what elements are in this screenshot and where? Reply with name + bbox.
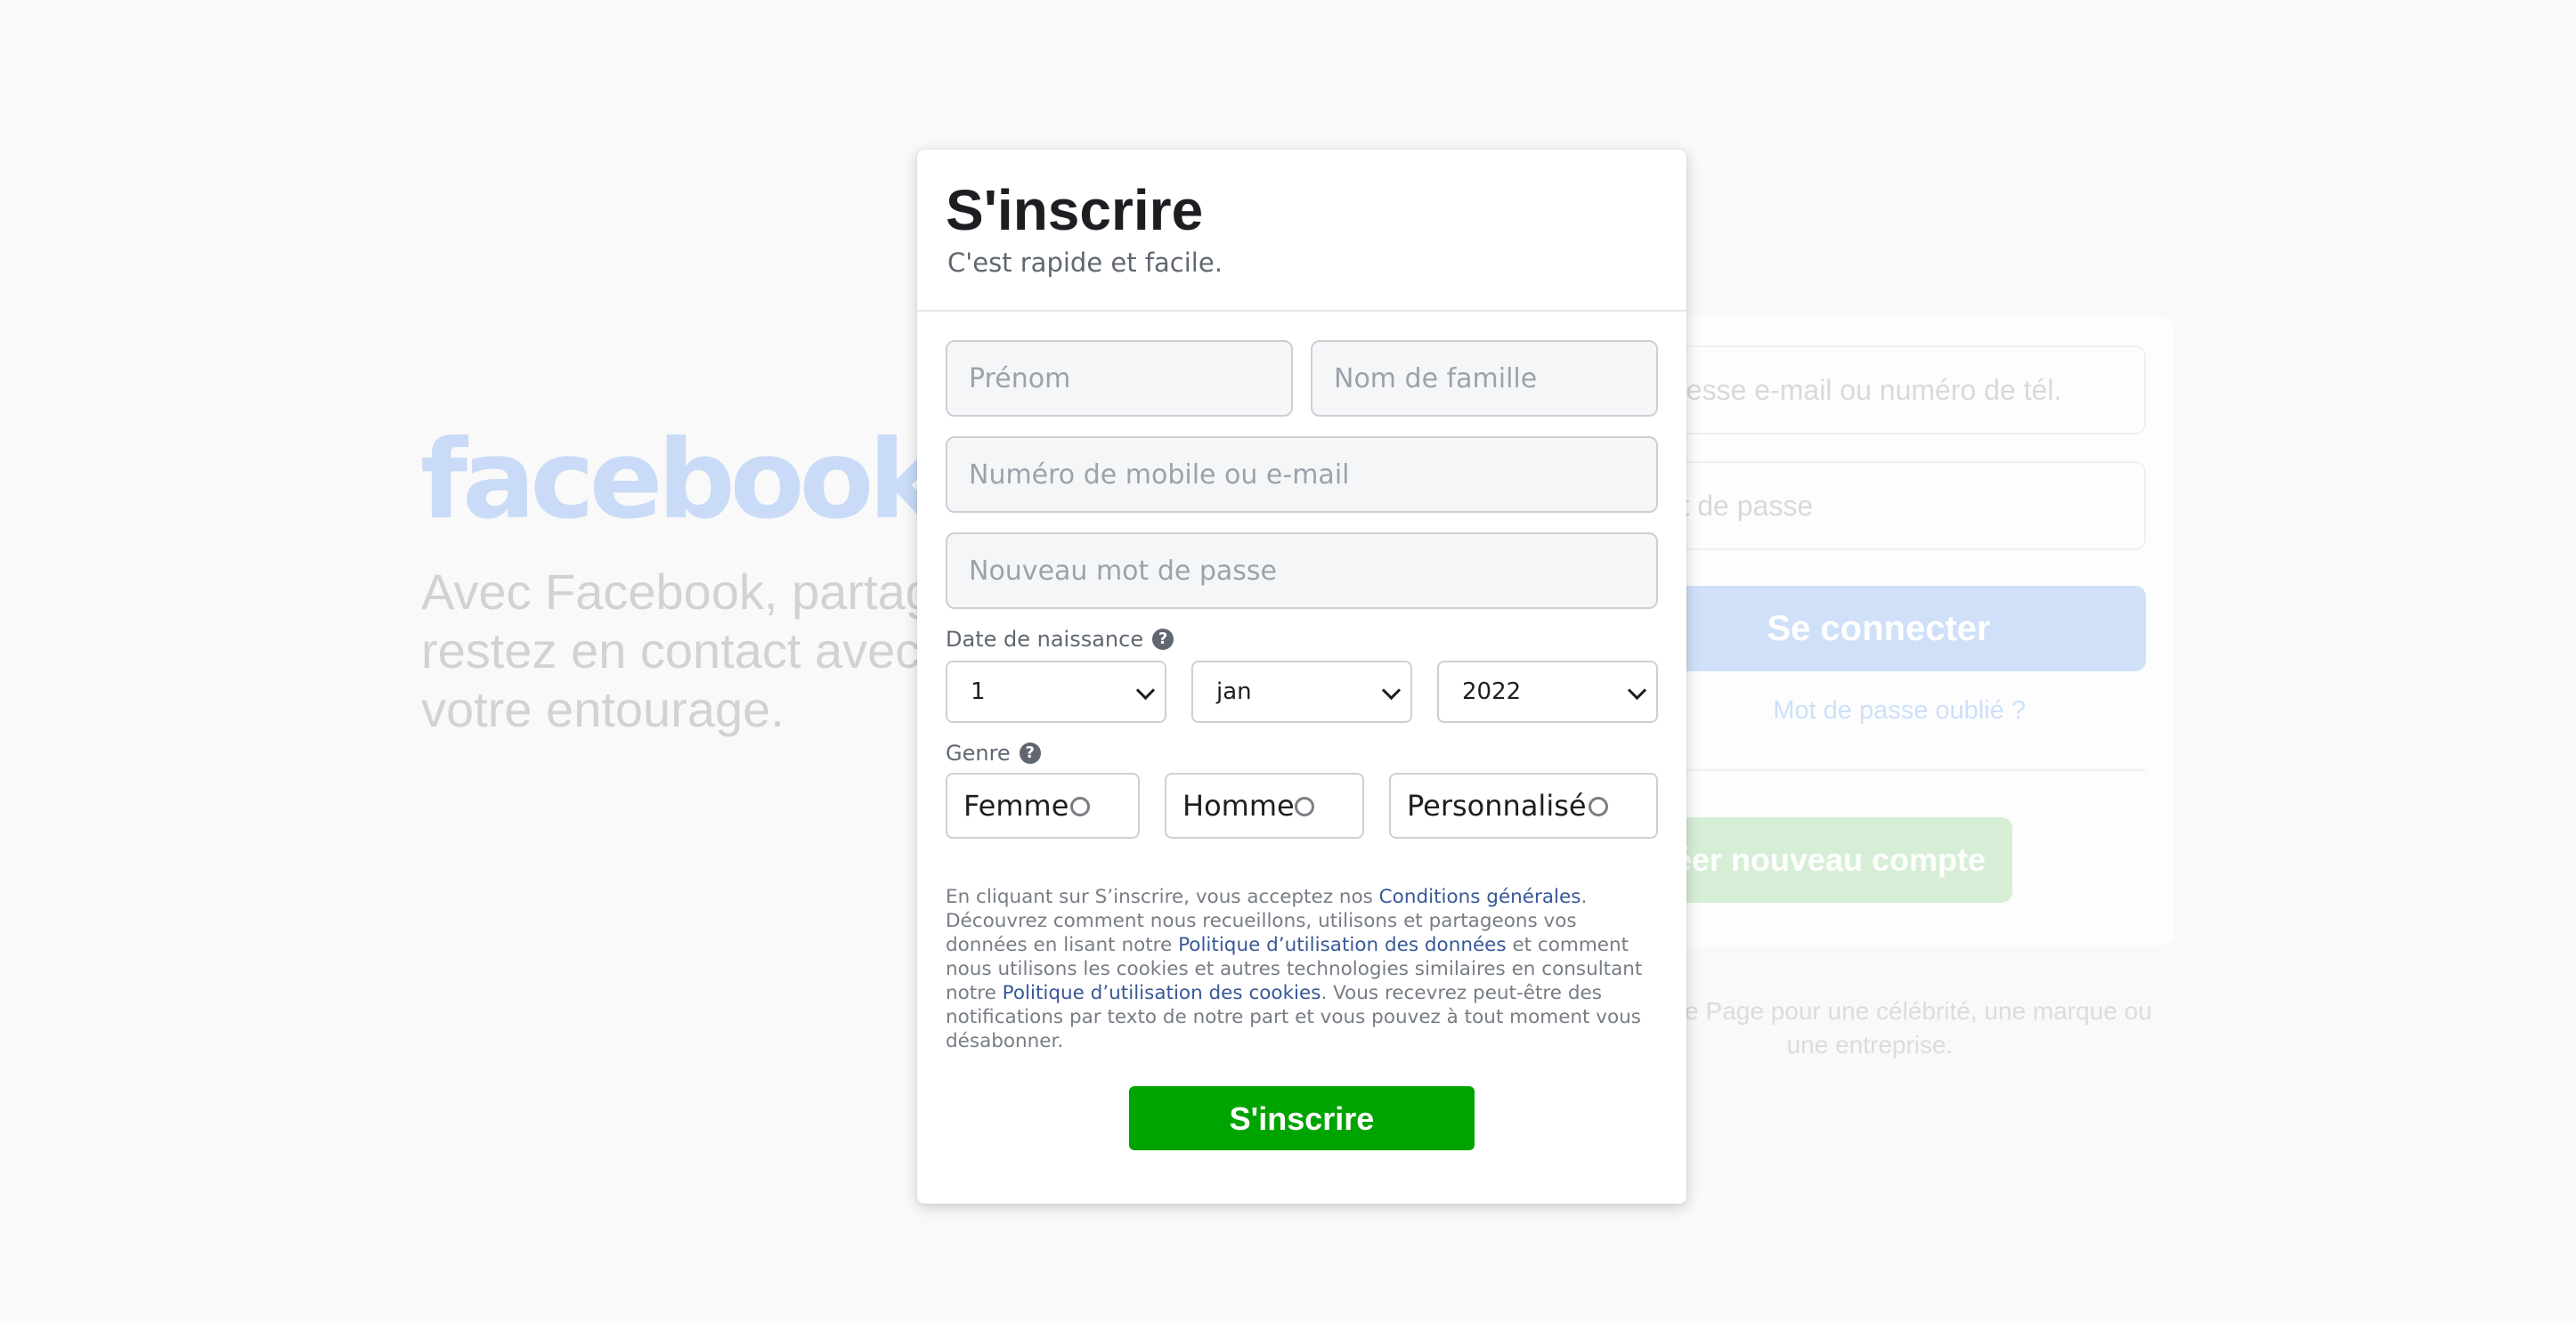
help-icon[interactable]: ? [1019, 743, 1041, 764]
modal-title: S'inscrire [946, 178, 1204, 242]
contact-input[interactable] [946, 436, 1658, 513]
signup-button[interactable]: S'inscrire [1129, 1086, 1475, 1150]
birthdate-label: Date de naissance ? [946, 627, 1174, 652]
gender-option-label: Personnalisé [1407, 789, 1587, 823]
birth-day-value: 1 [971, 678, 986, 705]
last-name-input[interactable] [1311, 340, 1658, 417]
modal-subtitle: C'est rapide et facile. [947, 248, 1223, 278]
radio-button[interactable] [1070, 797, 1090, 816]
data-policy-link[interactable]: Politique d’utilisation des données [1178, 934, 1507, 956]
new-password-input[interactable] [946, 532, 1658, 609]
modal-header: S'inscrire C'est rapide et facile. [917, 150, 1686, 312]
gender-label-text: Genre [946, 741, 1011, 766]
birth-day-select[interactable]: 1 [946, 661, 1166, 723]
first-name-input[interactable] [946, 340, 1293, 417]
login-button: Se connecter [1612, 586, 2146, 671]
terms-text-part: En cliquant sur S’inscrire, vous accepte… [946, 885, 1379, 908]
birth-year-select[interactable]: 2022 [1437, 661, 1658, 723]
help-icon[interactable]: ? [1152, 629, 1174, 650]
gender-option-personnalise[interactable]: Personnalisé [1389, 773, 1658, 839]
radio-button[interactable] [1295, 797, 1314, 816]
birthdate-label-text: Date de naissance [946, 627, 1144, 652]
birth-month-value: jan [1216, 678, 1252, 705]
chevron-down-icon [1627, 680, 1647, 701]
login-divider [1612, 769, 2146, 771]
login-email-input: Adresse e-mail ou numéro de tél. [1612, 345, 2146, 434]
facebook-logo: facebook [420, 417, 941, 543]
birth-year-value: 2022 [1462, 678, 1522, 705]
gender-option-femme[interactable]: Femme [946, 773, 1140, 839]
terms-text: En cliquant sur S’inscrire, vous accepte… [946, 885, 1658, 1053]
cookie-policy-link[interactable]: Politique d’utilisation des cookies [1003, 982, 1321, 1004]
gender-option-label: Homme [1182, 789, 1295, 823]
gender-option-label: Femme [963, 789, 1069, 823]
signup-modal: S'inscrire C'est rapide et facile. Date … [917, 150, 1686, 1204]
birth-month-select[interactable]: jan [1191, 661, 1412, 723]
login-password-input: Mot de passe [1612, 461, 2146, 550]
terms-link[interactable]: Conditions générales [1379, 886, 1581, 908]
chevron-down-icon [1135, 680, 1156, 701]
gender-option-homme[interactable]: Homme [1165, 773, 1364, 839]
radio-button[interactable] [1589, 797, 1608, 816]
gender-label: Genre ? [946, 741, 1041, 766]
chevron-down-icon [1381, 680, 1402, 701]
